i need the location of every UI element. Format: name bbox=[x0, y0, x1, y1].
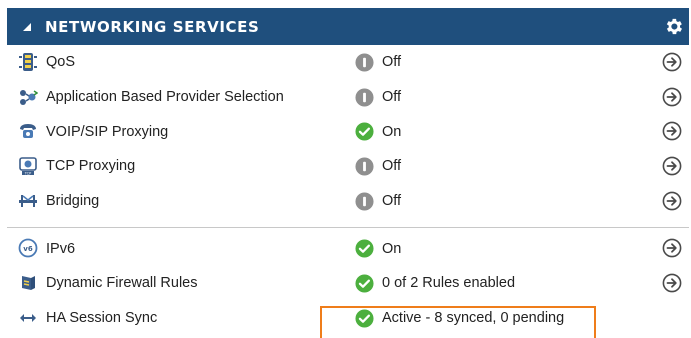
off-status-icon bbox=[355, 157, 374, 176]
go-arrow-icon[interactable] bbox=[662, 52, 682, 72]
service-row-tcp-proxying[interactable]: TCP TCP Proxying Off bbox=[7, 149, 689, 184]
go-arrow-icon[interactable] bbox=[662, 121, 682, 141]
on-status-icon bbox=[355, 274, 374, 293]
panel-title: NETWORKING SERVICES bbox=[45, 17, 260, 36]
qos-icon bbox=[18, 52, 38, 72]
ipv6-icon: v6 bbox=[18, 238, 38, 258]
service-label: TCP Proxying bbox=[46, 158, 136, 175]
service-status: Off bbox=[382, 158, 402, 175]
off-status-icon bbox=[355, 192, 374, 211]
top-strip bbox=[0, 0, 691, 8]
section-divider bbox=[7, 218, 689, 231]
off-status-icon bbox=[355, 88, 374, 107]
service-label: VOIP/SIP Proxying bbox=[46, 123, 169, 140]
service-label: HA Session Sync bbox=[46, 310, 158, 327]
service-row-bridging[interactable]: Bridging Off bbox=[7, 184, 689, 219]
go-arrow-icon[interactable] bbox=[662, 156, 682, 176]
phone-icon bbox=[18, 121, 38, 141]
on-status-icon bbox=[355, 239, 374, 258]
on-status-icon bbox=[355, 122, 374, 141]
provider-selection-icon bbox=[18, 87, 39, 107]
service-status: Off bbox=[382, 89, 402, 106]
firewall-icon bbox=[18, 273, 38, 293]
bridge-icon bbox=[18, 191, 38, 211]
service-status: Off bbox=[382, 54, 402, 71]
go-arrow-icon[interactable] bbox=[662, 87, 682, 107]
tcp-icon: TCP bbox=[18, 156, 38, 176]
service-label: QoS bbox=[46, 54, 76, 71]
service-row-voip-sip[interactable]: VOIP/SIP Proxying On bbox=[7, 114, 689, 149]
svg-text:v6: v6 bbox=[23, 245, 33, 253]
off-status-icon bbox=[355, 53, 374, 72]
service-status: Off bbox=[382, 193, 402, 210]
collapse-triangle-icon[interactable] bbox=[20, 20, 34, 34]
sync-arrows-icon bbox=[18, 308, 38, 328]
services-list: QoS Off Application Based Provider Selec… bbox=[7, 45, 689, 336]
service-status: 0 of 2 Rules enabled bbox=[382, 275, 516, 292]
service-row-ipv6[interactable]: v6 IPv6 On bbox=[7, 231, 689, 266]
service-row-provider-selection[interactable]: Application Based Provider Selection Off bbox=[7, 80, 689, 115]
service-status: On bbox=[382, 123, 402, 140]
service-label: Application Based Provider Selection bbox=[46, 89, 284, 106]
service-label: Bridging bbox=[46, 193, 100, 210]
service-row-qos[interactable]: QoS Off bbox=[7, 45, 689, 80]
go-arrow-icon[interactable] bbox=[662, 238, 682, 258]
service-status: On bbox=[382, 240, 402, 257]
service-row-dynamic-firewall[interactable]: Dynamic Firewall Rules 0 of 2 Rules enab… bbox=[7, 266, 689, 301]
service-label: IPv6 bbox=[46, 240, 76, 257]
panel-header[interactable]: NETWORKING SERVICES bbox=[7, 8, 689, 45]
highlight-box bbox=[320, 306, 596, 338]
service-label: Dynamic Firewall Rules bbox=[46, 275, 198, 292]
go-arrow-icon[interactable] bbox=[662, 273, 682, 293]
go-arrow-icon[interactable] bbox=[662, 191, 682, 211]
gear-icon[interactable] bbox=[663, 16, 684, 37]
svg-text:TCP: TCP bbox=[24, 171, 32, 175]
